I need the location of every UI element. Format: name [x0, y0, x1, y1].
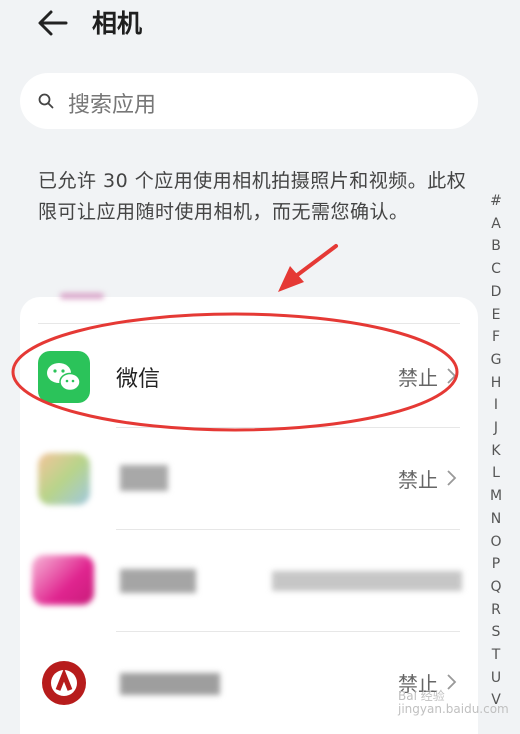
alphabet-index-letter[interactable]: N [486, 508, 506, 531]
app-row-blurred[interactable] [20, 531, 478, 631]
alphabet-index-letter[interactable]: # [486, 190, 506, 213]
alphabet-index-letter[interactable]: G [486, 349, 506, 372]
alphabet-index-letter[interactable]: J [486, 417, 506, 440]
alphabet-index[interactable]: # A B C D E F G H I J K L M N O P Q R S T U V [486, 190, 506, 712]
app-row-blurred[interactable]: 禁止 [20, 429, 478, 529]
chevron-right-icon [447, 674, 457, 690]
blurred-app-icon [38, 453, 90, 505]
app-row-blurred[interactable]: 禁止 [20, 633, 478, 733]
blurred-app-name [120, 465, 168, 491]
alphabet-index-letter[interactable]: E [486, 304, 506, 327]
chevron-right-icon [447, 368, 457, 384]
alphabet-index-letter[interactable]: R [486, 599, 506, 622]
header: 相机 [0, 0, 520, 56]
alphabet-index-letter[interactable]: B [486, 235, 506, 258]
alphabet-index-letter[interactable]: F [486, 326, 506, 349]
app-list: 微信 禁止 禁止 禁止 [20, 293, 478, 734]
alphabet-index-letter[interactable]: D [486, 281, 506, 304]
red-app-icon [38, 657, 90, 709]
divider [116, 529, 460, 530]
alphabet-index-letter[interactable]: Q [486, 576, 506, 599]
annotation-arrow-head [278, 266, 304, 292]
alphabet-index-letter[interactable]: U [486, 667, 506, 690]
blurred-app-name [120, 569, 196, 593]
alphabet-index-letter[interactable]: T [486, 644, 506, 667]
permission-description: 已允许 30 个应用使用相机拍摄照片和视频。此权限可让应用随时使用相机，而无需您… [38, 170, 467, 223]
annotation-arrow-line [294, 244, 338, 278]
permission-status: 禁止 [398, 468, 438, 492]
alphabet-index-letter[interactable]: S [486, 621, 506, 644]
wechat-icon [38, 351, 90, 403]
blurred-app-name [120, 673, 220, 695]
alphabet-index-letter[interactable]: M [486, 485, 506, 508]
back-arrow-icon[interactable] [36, 6, 70, 40]
page-title: 相机 [92, 9, 143, 38]
app-row-wechat[interactable]: 微信 禁止 [20, 327, 478, 427]
divider [116, 427, 460, 428]
alphabet-index-letter[interactable]: O [486, 531, 506, 554]
alphabet-index-letter[interactable]: C [486, 258, 506, 281]
divider [38, 323, 460, 324]
divider [116, 631, 460, 632]
search-placeholder: 搜索应用 [68, 93, 157, 118]
alphabet-index-letter[interactable]: K [486, 440, 506, 463]
blurred-app-icon [32, 555, 94, 605]
alphabet-index-letter[interactable]: H [486, 372, 506, 395]
app-name: 微信 [116, 367, 161, 392]
search-icon [38, 93, 54, 109]
search-input[interactable]: 搜索应用 [20, 73, 478, 129]
blurred-status-text [272, 571, 462, 591]
alphabet-index-letter[interactable]: P [486, 553, 506, 576]
watermark: Bai 经验 jingyan.baidu.com [398, 690, 509, 716]
watermark-url: jingyan.baidu.com [398, 702, 509, 716]
permission-status: 禁止 [398, 366, 438, 390]
chevron-right-icon [447, 470, 457, 486]
partial-app-icon [60, 293, 104, 299]
alphabet-index-letter[interactable]: A [486, 213, 506, 236]
alphabet-index-letter[interactable]: I [486, 394, 506, 417]
alphabet-index-letter[interactable]: L [486, 462, 506, 485]
